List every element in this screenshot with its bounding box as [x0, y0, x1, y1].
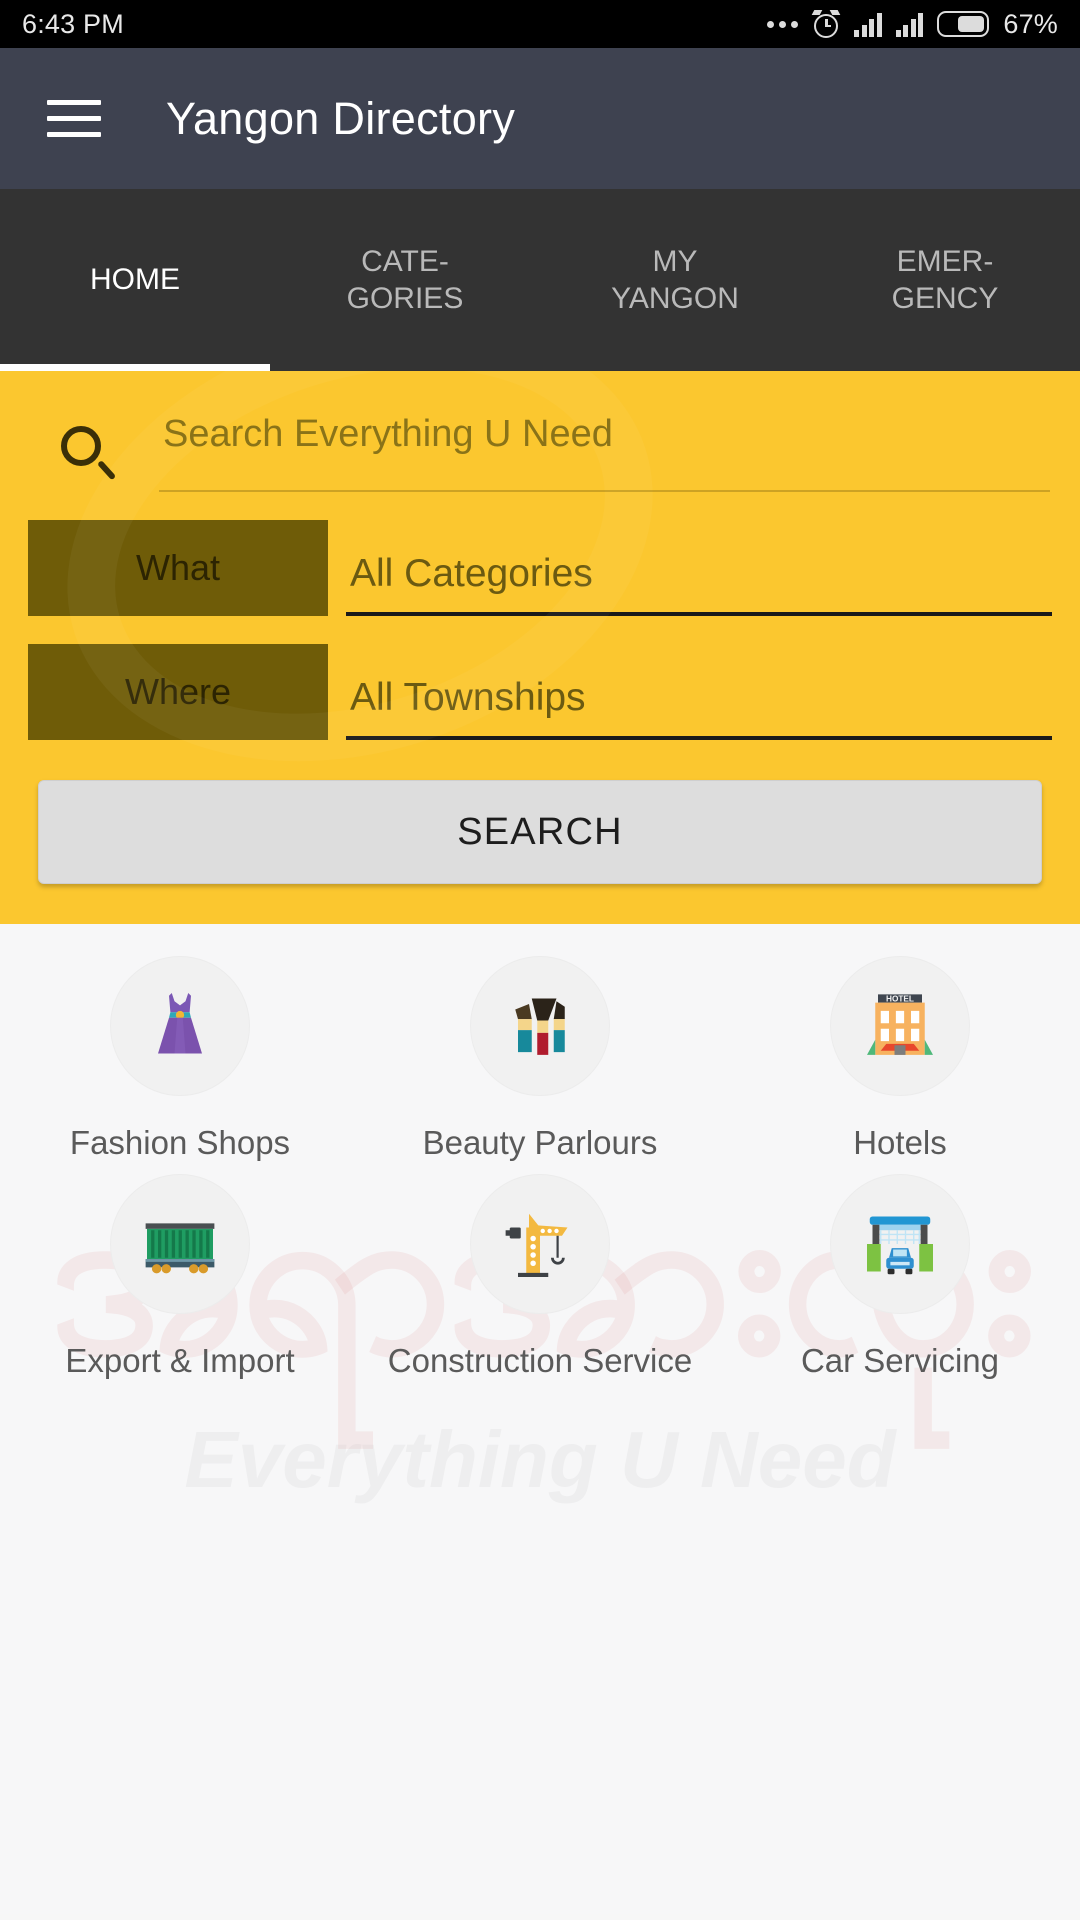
tab-bar: HOME CATE- GORIES MY YANGON EMER- GENCY [0, 189, 1080, 371]
status-bar: 6:43 PM 67% [0, 0, 1080, 48]
svg-text:HOTEL: HOTEL [886, 994, 914, 1003]
tab-my-yangon[interactable]: MY YANGON [540, 189, 810, 371]
signal-bars-icon-sim1 [854, 11, 882, 37]
category-export-import[interactable]: Export & Import [0, 1162, 360, 1380]
active-tab-indicator [0, 364, 270, 371]
category-label: Beauty Parlours [422, 1124, 658, 1161]
category-label: Construction Service [387, 1342, 693, 1379]
signal-bars-icon-sim2 [895, 11, 924, 37]
category-label: Hotels [853, 1124, 947, 1161]
search-icon[interactable] [55, 422, 117, 484]
category-icon-circle [470, 956, 610, 1096]
shipping-container-icon [145, 1223, 215, 1274]
where-select-value: All Townships [350, 676, 586, 719]
what-label[interactable]: What [28, 520, 328, 616]
tower-crane-icon [505, 1213, 568, 1277]
battery-percent-label: 67% [1003, 8, 1058, 39]
app-bar: Yangon Directory [0, 48, 1080, 189]
tab-home[interactable]: HOME [0, 189, 270, 371]
alarm-icon [812, 10, 841, 38]
tab-categories-label: CATE- GORIES [346, 244, 464, 315]
hamburger-menu-icon[interactable] [47, 100, 101, 137]
category-beauty-parlours[interactable]: Beauty Parlours [360, 944, 720, 1162]
what-select[interactable]: All Categories [346, 520, 1052, 616]
category-label: Car Servicing [800, 1342, 1000, 1379]
search-button[interactable]: SEARCH [38, 780, 1042, 884]
where-label[interactable]: Where [28, 644, 328, 740]
search-input-placeholder: Search Everything U Need [163, 413, 613, 455]
tagline-watermark: Everything U Need [184, 1415, 896, 1504]
category-hotels[interactable]: HOTEL Hotels [720, 944, 1080, 1162]
battery-icon [937, 11, 990, 37]
category-icon-circle [110, 956, 250, 1096]
category-grid: Fashion Shops Beauty Parlours HOTEL Hote… [0, 924, 1080, 1380]
more-dots-icon [767, 20, 799, 28]
search-panel: Search Everything U Need What All Catego… [0, 371, 1080, 924]
what-row: What All Categories [28, 520, 1052, 616]
makeup-brushes-icon [515, 998, 565, 1055]
category-section: အရာအားလုံး Everything U Need Fashion Sho… [0, 924, 1080, 1914]
car-wash-icon [867, 1216, 933, 1275]
tab-my-yangon-label: MY YANGON [611, 244, 739, 315]
category-icon-circle [830, 1174, 970, 1314]
category-label: Fashion Shops [69, 1124, 291, 1161]
category-label: Export & Import [65, 1342, 295, 1379]
where-row: Where All Townships [28, 644, 1052, 740]
tab-emergency-label: EMER- GENCY [891, 244, 999, 315]
category-fashion-shops[interactable]: Fashion Shops [0, 944, 360, 1162]
tab-emergency[interactable]: EMER- GENCY [810, 189, 1080, 371]
category-icon-circle [470, 1174, 610, 1314]
category-construction-service[interactable]: Construction Service [360, 1162, 720, 1380]
tab-categories[interactable]: CATE- GORIES [270, 189, 540, 371]
what-select-value: All Categories [350, 552, 593, 595]
status-icons: 67% [767, 9, 1058, 40]
search-bar: Search Everything U Need [55, 371, 1050, 492]
category-car-servicing[interactable]: Car Servicing [720, 1162, 1080, 1380]
tab-home-label: HOME [90, 263, 180, 297]
category-icon-circle: HOTEL [830, 956, 970, 1096]
dress-icon [158, 993, 202, 1054]
category-icon-circle [110, 1174, 250, 1314]
hotel-building-icon: HOTEL [867, 994, 933, 1055]
status-time: 6:43 PM [22, 8, 124, 39]
where-select[interactable]: All Townships [346, 644, 1052, 740]
page-title: Yangon Directory [166, 92, 516, 144]
search-input[interactable]: Search Everything U Need [159, 413, 1050, 492]
